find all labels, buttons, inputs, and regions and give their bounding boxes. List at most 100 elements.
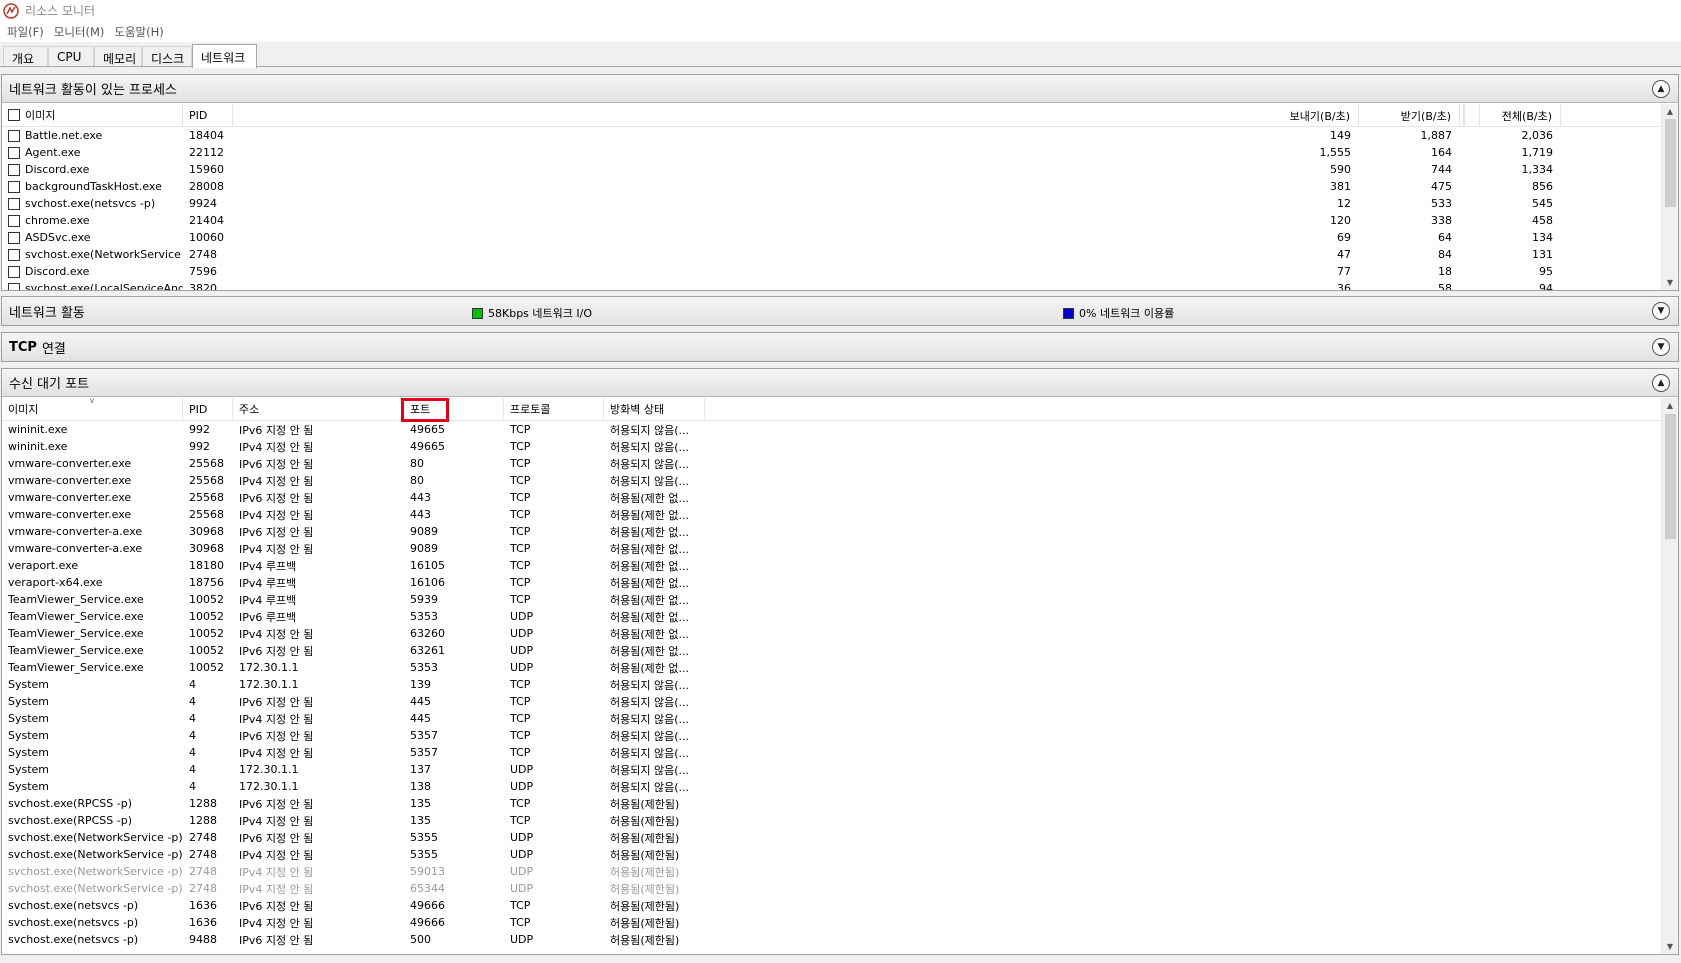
expand-down-icon[interactable]: ▼ [1652,302,1670,320]
table-row[interactable]: TeamViewer_Service.exe 10052 IPv6 루프백 5353 U… [2,608,1678,625]
table-row[interactable]: System 4 IPv6 지정 안 됨 5357 TCP 허용되지 않음(... [2,727,1678,744]
network-activity-header[interactable]: 네트워크 활동 58Kbps 네트워크 I/O 0% 네트워크 이용률 ▼ [2,297,1678,325]
table-row[interactable]: backgroundTaskHost.exe 28008 381 475 856 [2,178,1678,195]
tab-overview[interactable]: 개요 [3,46,48,67]
table-row[interactable]: ASDSvc.exe 10060 69 64 134 [2,229,1678,246]
row-checkbox[interactable] [8,146,20,159]
column-total[interactable]: 전체(B/초) [1460,104,1561,127]
select-all-checkbox[interactable] [8,109,20,121]
listening-ports-header[interactable]: 수신 대기 포트 ▲ [2,369,1678,397]
table-row[interactable]: Battle.net.exe 18404 149 1,887 2,036 [2,127,1678,144]
table-row[interactable]: veraport-x64.exe 18756 IPv4 루프백 16106 TCP 허용됨… [2,574,1678,591]
cell-pid: 25568 [189,508,224,521]
scroll-down-arrow-icon[interactable]: ▼ [1662,939,1678,954]
row-checkbox[interactable] [8,248,20,261]
cell-port: 80 [410,474,424,487]
row-checkbox[interactable] [8,231,20,244]
tab-network[interactable]: 네트워크 [192,44,257,68]
cell-receive: 164 [1431,146,1452,159]
menu-file[interactable]: 파일(F) [4,24,51,40]
table-row[interactable]: vmware-converter-a.exe 30968 IPv4 지정 안 됨 90… [2,540,1678,557]
scroll-thumb[interactable] [1665,414,1676,539]
listening-scrollbar[interactable]: ▲ ▼ [1661,398,1678,954]
table-row[interactable]: TeamViewer_Service.exe 10052 IPv4 지정 안 됨 63… [2,625,1678,642]
cell-port: 49666 [410,899,445,912]
column-firewall[interactable]: 방화벽 상태 [604,398,705,420]
table-row[interactable]: svchost.exe(netsvcs -p) 9924 12 533 545 [2,195,1678,212]
column-image[interactable]: 이미지 [2,104,183,126]
table-row[interactable]: svchost.exe(NetworkService -p) 2748 IPv4 지… [2,846,1678,863]
column-receive[interactable]: 받기(B/초) [1359,104,1460,127]
table-row[interactable]: svchost.exe(netsvcs -p) 1636 IPv6 지정 안 됨 49… [2,897,1678,914]
cell-pid: 1288 [189,814,217,827]
tcp-panel-header[interactable]: TCP 연결 ▼ [2,333,1678,361]
menu-help[interactable]: 도움말(H) [111,24,170,40]
table-row[interactable]: svchost.exe(netsvcs -p) 1636 IPv4 지정 안 됨 49… [2,914,1678,931]
table-row[interactable]: wininit.exe 992 IPv4 지정 안 됨 49665 TCP 허용되지 않음… [2,438,1678,455]
tab-cpu[interactable]: CPU [48,46,94,67]
scroll-down-arrow-icon[interactable]: ▼ [1662,275,1678,290]
image-name: svchost.exe(netsvcs -p) [25,197,156,210]
cell-port: 80 [410,457,424,470]
table-row[interactable]: TeamViewer_Service.exe 10052 IPv6 지정 안 됨 63… [2,642,1678,659]
tab-memory[interactable]: 메모리 [94,46,142,67]
cell-total: 95 [1539,265,1553,278]
column-protocol[interactable]: 프로토콜 [504,398,604,420]
scroll-up-arrow-icon[interactable]: ▲ [1662,398,1678,413]
table-row[interactable]: Discord.exe 15960 590 744 1,334 [2,161,1678,178]
table-row[interactable]: svchost.exe(NetworkService -... 2748 47 84 1… [2,246,1678,263]
cell-protocol: TCP [510,678,531,691]
table-row[interactable]: svchost.exe(RPCSS -p) 1288 IPv4 지정 안 됨 135 T… [2,812,1678,829]
row-checkbox[interactable] [8,282,20,290]
table-row[interactable]: vmware-converter.exe 25568 IPv6 지정 안 됨 443 T… [2,489,1678,506]
cell-spacer [233,263,1252,280]
table-row[interactable]: System 4 IPv4 지정 안 됨 5357 TCP 허용되지 않음(... [2,744,1678,761]
table-row[interactable]: vmware-converter.exe 25568 IPv6 지정 안 됨 80 TC… [2,455,1678,472]
scroll-thumb[interactable] [1665,119,1676,207]
cell-pid: 25568 [189,457,224,470]
scroll-up-arrow-icon[interactable]: ▲ [1662,104,1678,119]
tab-disk[interactable]: 디스크 [142,46,192,67]
row-checkbox[interactable] [8,265,20,278]
table-row[interactable]: System 4 IPv6 지정 안 됨 445 TCP 허용되지 않음(... [2,693,1678,710]
row-checkbox[interactable] [8,163,20,176]
table-row[interactable]: Discord.exe 7596 77 18 95 [2,263,1678,280]
column-pid[interactable]: PID [183,104,233,126]
table-row[interactable]: TeamViewer_Service.exe 10052 172.30.1.1 535… [2,659,1678,676]
table-row[interactable]: vmware-converter.exe 25568 IPv4 지정 안 됨 80 TC… [2,472,1678,489]
row-checkbox[interactable] [8,214,20,227]
table-row[interactable]: System 4 172.30.1.1 139 TCP 허용되지 않음(... [2,676,1678,693]
row-checkbox[interactable] [8,180,20,193]
table-row[interactable]: TeamViewer_Service.exe 10052 IPv4 루프백 5939 T… [2,591,1678,608]
processes-panel-header[interactable]: 네트워크 활동이 있는 프로세스 ▲ [2,75,1678,103]
collapse-up-icon[interactable]: ▲ [1652,80,1670,98]
table-row[interactable]: svchost.exe(netsvcs -p) 9488 IPv6 지정 안 됨 50… [2,931,1678,948]
collapse-up-icon[interactable]: ▲ [1652,374,1670,392]
cell-port: 137 [410,763,431,776]
table-row[interactable]: svchost.exe(RPCSS -p) 1288 IPv6 지정 안 됨 135 T… [2,795,1678,812]
row-checkbox[interactable] [8,197,20,210]
table-row[interactable]: veraport.exe 18180 IPv4 루프백 16105 TCP 허용됨(제한 … [2,557,1678,574]
row-checkbox[interactable] [8,129,20,142]
column-pid[interactable]: PID [183,398,233,420]
table-row[interactable]: vmware-converter-a.exe 30968 IPv6 지정 안 됨 90… [2,523,1678,540]
table-row[interactable]: vmware-converter.exe 25568 IPv4 지정 안 됨 443 T… [2,506,1678,523]
sort-indicator-icon: ∨ [89,398,95,405]
column-send[interactable]: 보내기(B/초) [1252,104,1359,127]
table-row[interactable]: svchost.exe(LocalServiceAndN... 3820 36 58 9… [2,280,1678,290]
menu-monitor[interactable]: 모니터(M) [51,24,112,40]
table-row[interactable]: Agent.exe 22112 1,555 164 1,719 [2,144,1678,161]
table-row[interactable]: System 4 172.30.1.1 137 UDP 허용되지 않음(... [2,761,1678,778]
expand-down-icon[interactable]: ▼ [1652,338,1670,356]
table-row[interactable]: svchost.exe(NetworkService -p) 2748 IPv6 지… [2,829,1678,846]
table-row[interactable]: chrome.exe 21404 120 338 458 [2,212,1678,229]
table-row[interactable]: svchost.exe(NetworkService -p) 2748 IPv4 지… [2,863,1678,880]
processes-scrollbar[interactable]: ▲ ▼ [1661,104,1678,290]
cell-image: System [8,746,50,759]
table-row[interactable]: System 4 172.30.1.1 138 UDP 허용되지 않음(... [2,778,1678,795]
cell-port: 443 [410,508,431,521]
table-row[interactable]: wininit.exe 992 IPv6 지정 안 됨 49665 TCP 허용되지 않음… [2,421,1678,438]
column-address[interactable]: 주소 [233,398,404,420]
table-row[interactable]: System 4 IPv4 지정 안 됨 445 TCP 허용되지 않음(... [2,710,1678,727]
table-row[interactable]: svchost.exe(NetworkService -p) 2748 IPv4 지… [2,880,1678,897]
